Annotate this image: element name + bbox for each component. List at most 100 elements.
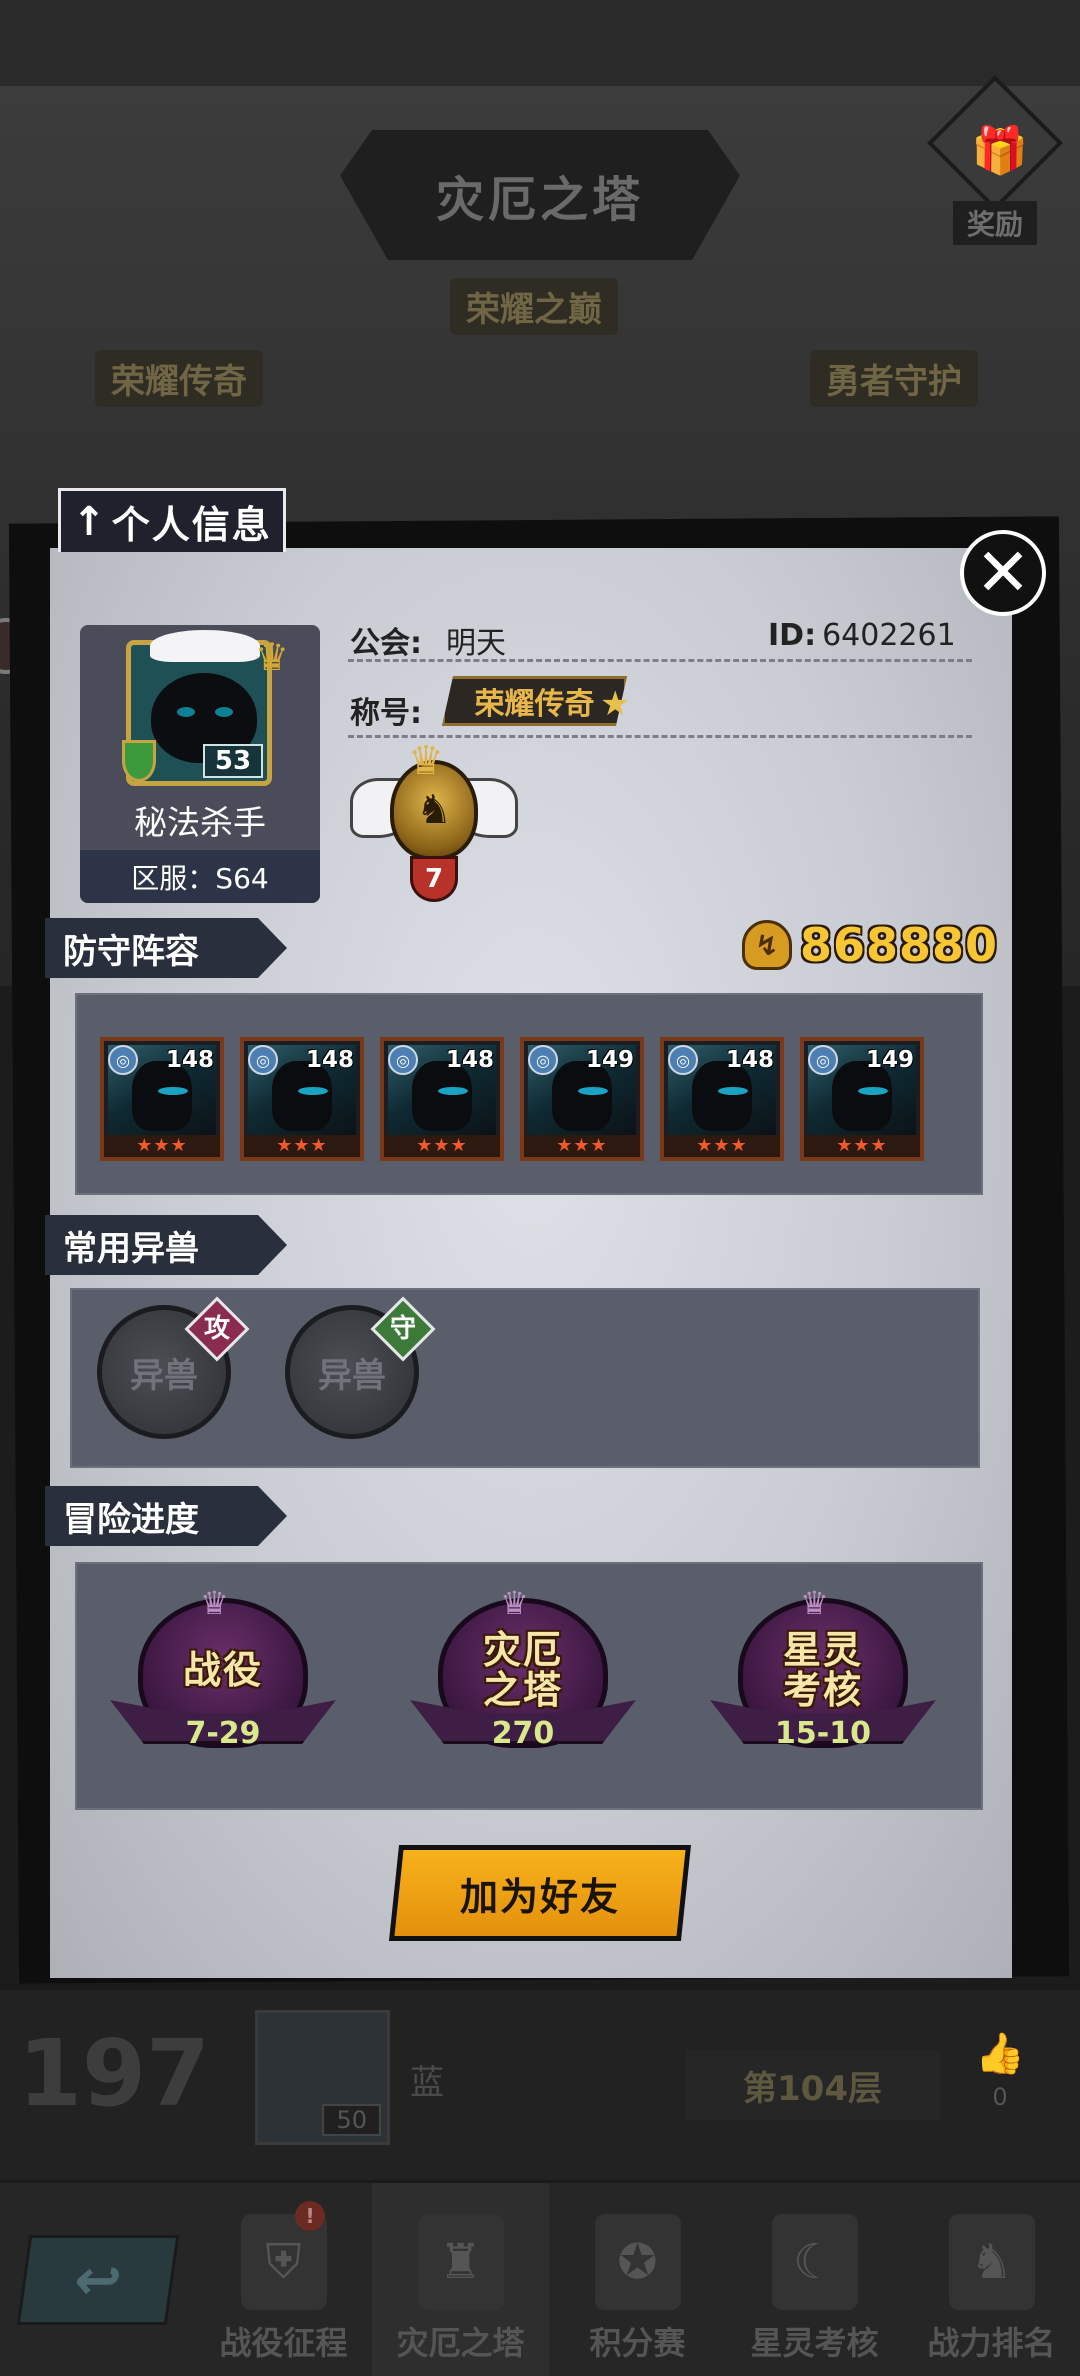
add-friend-button[interactable]: 加为好友 (388, 1845, 692, 1941)
hero-stars: ★★★ (804, 1135, 920, 1157)
tab-label: 星灵考核 (750, 2324, 879, 2362)
tab-points[interactable]: ✪ 积分赛 (549, 2183, 726, 2376)
rank-number: 197 (18, 2020, 211, 2127)
up-arrow-icon: ↑ (72, 498, 108, 545)
adventure-name: 灾厄之塔 (482, 1628, 563, 1712)
hero-level: 148 (725, 1047, 774, 1073)
adventure-campaign: ♛ 战役 7-29 (110, 1584, 336, 1778)
ribbon-glory-peak: 荣耀之巅 (450, 278, 618, 335)
hero-slot-2[interactable]: ◎ 148 ★★★ (240, 1037, 364, 1161)
adventure-tower: ♛ 灾厄之塔 270 (410, 1584, 636, 1778)
dialog-title: 个人信息 (111, 503, 272, 547)
adventure-value: 7-29 (185, 1716, 261, 1751)
combat-power-value: 868880 (800, 918, 999, 972)
element-icon: ◎ (808, 1045, 838, 1075)
hero-stars: ★★★ (384, 1135, 500, 1157)
hero-slot-4[interactable]: ◎ 149 ★★★ (520, 1037, 644, 1161)
crown-icon: ♛ (200, 1584, 229, 1622)
crown-icon: ♛ (500, 1584, 529, 1622)
hero-level: 148 (445, 1047, 494, 1073)
hero-slot-5[interactable]: ◎ 148 ★★★ (660, 1037, 784, 1161)
floor-label: 第104层 (685, 2050, 940, 2120)
element-icon: ◎ (388, 1045, 418, 1075)
points-icon: ✪ (594, 2214, 681, 2310)
wing-icon (150, 630, 260, 662)
like-count: 0 (992, 2083, 1008, 2111)
reward-label: 奖励 (952, 201, 1037, 245)
hero-glow (438, 1087, 468, 1095)
eye (177, 707, 195, 717)
element-icon: ◎ (248, 1045, 278, 1075)
rank-level: 7 (410, 856, 458, 902)
tab-star-spirit[interactable]: ☾ 星灵考核 (726, 2183, 903, 2376)
back-button[interactable]: ↩ (16, 2234, 179, 2325)
tower-title: 灾厄之塔 (340, 130, 740, 260)
crown-icon: ♛ (800, 1584, 829, 1622)
back-button-wrap: ↩ (0, 2183, 195, 2376)
tab-tower[interactable]: ♜ 灾厄之塔 (372, 2183, 549, 2376)
eye (215, 707, 233, 717)
gift-icon: 🎁 (971, 123, 1029, 177)
hero-stars: ★★★ (664, 1135, 780, 1157)
tab-power-rank[interactable]: ♞ 战力排名 (903, 2183, 1080, 2376)
beasts-section-title: 常用异兽 (45, 1215, 287, 1275)
hero-slot-6[interactable]: ◎ 149 ★★★ (800, 1037, 924, 1161)
tab-campaign[interactable]: ! ⛨ 战役征程 (195, 2183, 372, 2376)
guild-label: 公会: (350, 626, 422, 661)
guild-row: 公会: 明天 (350, 618, 506, 662)
power-rank-icon: ♞ (948, 2214, 1035, 2310)
ribbon-glory-legend: 荣耀传奇 (95, 350, 263, 407)
alert-badge: ! (295, 2201, 325, 2231)
close-button[interactable]: ✕ (960, 530, 1046, 616)
hero-level: 149 (585, 1047, 634, 1073)
adventure-section-title: 冒险进度 (45, 1486, 287, 1546)
add-friend-label: 加为好友 (459, 1874, 620, 1919)
ranking-player-name: 蓝 (410, 2063, 444, 2103)
hero-stars: ★★★ (524, 1135, 640, 1157)
player-name: 秘法杀手 (134, 803, 266, 842)
ribbon-hero-guard: 勇者守护 (810, 350, 978, 407)
bottom-nav: ↩ ! ⛨ 战役征程 ♜ 灾厄之塔 ✪ 积分赛 ☾ 星灵考核 ♞ 战力排名 (0, 2180, 1080, 2376)
rank-emblem: ♞ ♛ 7 (350, 738, 518, 908)
title-row: 称号: (350, 688, 422, 732)
crown-icon: ♛ (255, 635, 290, 679)
defense-section-title: 防守阵容 (45, 918, 287, 978)
tab-label: 战力排名 (927, 2324, 1056, 2362)
thumb-up-icon: 👍 (975, 2031, 1025, 2077)
hero-glow (578, 1087, 608, 1095)
hero-level: 148 (305, 1047, 354, 1073)
hero-glow (858, 1087, 888, 1095)
element-icon: ◎ (668, 1045, 698, 1075)
hero-slot-3[interactable]: ◎ 148 ★★★ (380, 1037, 504, 1161)
tab-label: 积分赛 (589, 2324, 686, 2362)
star-icon: ★ (600, 684, 631, 724)
hero-glow (298, 1087, 328, 1095)
tower-icon: ♜ (417, 2214, 504, 2310)
gem-icon (122, 740, 156, 782)
reward-button[interactable]: 🎁 奖励 (925, 75, 1065, 245)
id-row: ID: 6402261 (768, 618, 956, 653)
adventure-name: 战役 (182, 1648, 263, 1692)
combat-power: ↯ 868880 (742, 918, 998, 972)
avatar-level: 50 (322, 2104, 381, 2136)
adventure-name: 星灵考核 (782, 1628, 863, 1712)
hero-slot-1[interactable]: ◎ 148 ★★★ (100, 1037, 224, 1161)
element-icon: ◎ (528, 1045, 558, 1075)
element-icon: ◎ (108, 1045, 138, 1075)
hero-glow (158, 1087, 188, 1095)
guild-value: 明天 (446, 626, 506, 661)
crown-icon: ♛ (408, 738, 444, 784)
title-label: 称号: (350, 696, 422, 731)
hero-stars: ★★★ (104, 1135, 220, 1157)
dialog-title-tab: ↑ 个人信息 (58, 488, 286, 552)
like-button[interactable]: 👍 0 (972, 2030, 1028, 2111)
divider (348, 659, 972, 662)
id-label: ID: (768, 618, 817, 653)
hero-level: 148 (165, 1047, 214, 1073)
adventure-value: 270 (491, 1716, 555, 1751)
avatar-level-badge: 53 (203, 744, 263, 778)
adventure-value: 15-10 (775, 1716, 871, 1751)
defense-tag-label: 守 (389, 1314, 416, 1344)
ranking-avatar[interactable]: 50 (255, 2010, 390, 2145)
tab-label: 战役征程 (219, 2324, 348, 2362)
